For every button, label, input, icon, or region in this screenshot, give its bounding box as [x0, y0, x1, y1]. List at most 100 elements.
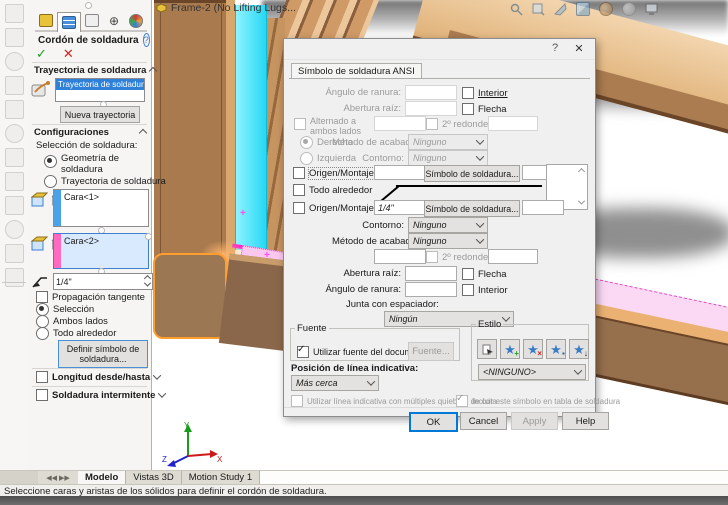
- pm-tab-properties[interactable]: [57, 11, 81, 32]
- save-style-button[interactable]: ★ ▪: [546, 339, 566, 359]
- checkbox-box[interactable]: [293, 167, 305, 179]
- face-listbox-2[interactable]: Cara<2>: [53, 233, 149, 269]
- toolbar-icon[interactable]: [5, 220, 24, 239]
- fillet-size2-input-top[interactable]: [488, 116, 538, 131]
- checkbox-inside[interactable]: Interior: [462, 284, 508, 296]
- checkbox-all-around[interactable]: Todo alrededor: [293, 184, 372, 196]
- checkbox-field-weld-other[interactable]: Origen/Montaje: [293, 166, 375, 180]
- finish-method-select-top[interactable]: Ninguno: [408, 134, 488, 150]
- radio-weld-path[interactable]: Trayectoria de soldadura: [44, 175, 166, 188]
- radio-dot[interactable]: [44, 155, 57, 168]
- ok-button[interactable]: OK: [409, 412, 458, 432]
- tab-vistas-3d[interactable]: Vistas 3D: [126, 471, 182, 484]
- apply-button[interactable]: Apply: [511, 412, 558, 430]
- contour-select-top[interactable]: Ninguno: [408, 150, 488, 166]
- toolbar-icon[interactable]: [5, 4, 24, 23]
- checkbox-box[interactable]: [36, 389, 48, 401]
- contour-select[interactable]: Ninguno: [408, 217, 488, 233]
- scroll-down-icon[interactable]: [577, 197, 586, 205]
- checkbox-arrow-top[interactable]: Flecha: [462, 103, 507, 115]
- font-button[interactable]: Fuente...: [408, 342, 454, 361]
- arrow-symbol-input[interactable]: [522, 200, 564, 215]
- checkbox-box[interactable]: [426, 118, 438, 130]
- face-item[interactable]: Cara<1>: [61, 190, 102, 226]
- define-weld-symbol-button[interactable]: Definir símbolo de soldadura...: [58, 340, 148, 368]
- feature-tree-root[interactable]: Frame-2 (No Lifting Lugs...: [155, 2, 296, 14]
- checkbox-second-fillet-top[interactable]: 2º redondeo: [426, 118, 494, 130]
- checkbox-box[interactable]: [462, 87, 474, 99]
- dialog-titlebar[interactable]: ? ✕: [284, 39, 595, 60]
- finish-method-select[interactable]: Ninguno: [408, 233, 488, 249]
- checkbox-box[interactable]: [462, 284, 474, 296]
- zoom-fit-icon[interactable]: [510, 3, 523, 16]
- new-path-button[interactable]: Nueva trayectoria: [60, 106, 140, 123]
- radio-weld-geometry[interactable]: Geometría de soldadura: [44, 153, 139, 175]
- pm-section-intermittent[interactable]: Soldadura intermitente: [36, 389, 167, 401]
- fillet-size2-input[interactable]: [488, 249, 538, 264]
- pm-cancel-button[interactable]: ✕: [63, 46, 74, 62]
- zoom-area-icon[interactable]: [532, 3, 545, 16]
- view-orientation-icon[interactable]: [576, 2, 590, 16]
- collapse-icon[interactable]: [138, 128, 148, 137]
- leader-position-select[interactable]: Más cerca: [291, 375, 379, 391]
- pm-tab-part[interactable]: [35, 11, 57, 32]
- pm-section-path[interactable]: Trayectoria de soldadura: [34, 65, 158, 76]
- toolbar-icon[interactable]: [5, 124, 24, 143]
- radio-dot[interactable]: [300, 136, 313, 149]
- face-listbox-1[interactable]: Cara<1>: [53, 189, 149, 227]
- checkbox-box[interactable]: [293, 184, 305, 196]
- toolbar-icon[interactable]: [5, 172, 24, 191]
- checkbox-box[interactable]: [291, 395, 303, 407]
- weld-size-value[interactable]: 1/4": [56, 277, 72, 287]
- checkbox-field-weld-arrow[interactable]: Origen/Montaje: [293, 202, 374, 214]
- add-style-button[interactable]: ★ +: [500, 339, 520, 359]
- toolbar-icon[interactable]: [5, 28, 24, 47]
- dialog-help-button[interactable]: ?: [547, 42, 563, 54]
- tab-motion-study[interactable]: Motion Study 1: [181, 471, 261, 484]
- pm-tab-dimxpert[interactable]: ⊕: [103, 11, 125, 32]
- scroll-up-icon[interactable]: [577, 167, 586, 176]
- radio-all-around[interactable]: Todo alrededor: [36, 327, 116, 340]
- pm-tab-configurations[interactable]: [81, 11, 103, 32]
- toolbar-icon[interactable]: [5, 268, 24, 287]
- checkbox-box[interactable]: [293, 202, 305, 214]
- cancel-button[interactable]: Cancel: [460, 412, 507, 430]
- checkbox-tangent-propagation[interactable]: Propagación tangente: [36, 291, 145, 303]
- style-select[interactable]: <NINGUNO>: [478, 364, 586, 380]
- dialog-close-button[interactable]: ✕: [571, 42, 587, 55]
- panel-resize-handle[interactable]: [85, 2, 92, 9]
- radio-dot[interactable]: [44, 175, 57, 188]
- help-button[interactable]: Help: [562, 412, 609, 430]
- pm-ok-button[interactable]: ✓: [36, 46, 47, 62]
- scene-icon[interactable]: [645, 3, 659, 16]
- checkbox-box[interactable]: [462, 103, 474, 115]
- root-opening-input[interactable]: [405, 101, 457, 116]
- root-opening-input[interactable]: [405, 266, 457, 281]
- arrow-size-input[interactable]: 1/4": [374, 200, 426, 215]
- radio-dot[interactable]: [36, 327, 49, 340]
- other-size-input[interactable]: [374, 165, 426, 180]
- spinner-arrows[interactable]: [143, 274, 152, 287]
- fillet-size-input-top[interactable]: [374, 116, 426, 131]
- checkbox-include-table[interactable]: Incluir este símbolo en tabla de soldadu…: [456, 393, 620, 407]
- toolbar-icon[interactable]: [5, 148, 24, 167]
- pm-help-icon[interactable]: ?: [142, 33, 150, 47]
- hide-show-icon[interactable]: [622, 2, 636, 16]
- pm-tab-appearances[interactable]: [125, 11, 147, 32]
- weld-path-listbox[interactable]: Trayectoria de soldadura1: [55, 78, 145, 102]
- load-style-button[interactable]: [477, 339, 497, 359]
- toolbar-icon[interactable]: [5, 100, 24, 119]
- weld-symbol-button-arrow[interactable]: Símbolo de soldadura...: [424, 200, 520, 217]
- tab-modelo[interactable]: Modelo: [78, 471, 127, 484]
- foot-pad[interactable]: [153, 253, 227, 339]
- dialog-tab-ansi[interactable]: Símbolo de soldadura ANSI: [291, 63, 422, 79]
- checkbox-arrow[interactable]: Flecha: [462, 268, 507, 280]
- weld-size-spinner[interactable]: 1/4": [53, 273, 153, 290]
- toolbar-icon[interactable]: [5, 76, 24, 95]
- checkbox-box[interactable]: [297, 344, 309, 358]
- save-style-as-button[interactable]: ★ ↓: [569, 339, 589, 359]
- checkbox-box[interactable]: [294, 118, 306, 130]
- checkbox-stagger[interactable]: Alternado a ambos lados: [294, 116, 368, 136]
- toolbar-icon[interactable]: [5, 196, 24, 215]
- groove-angle-input[interactable]: [405, 85, 457, 100]
